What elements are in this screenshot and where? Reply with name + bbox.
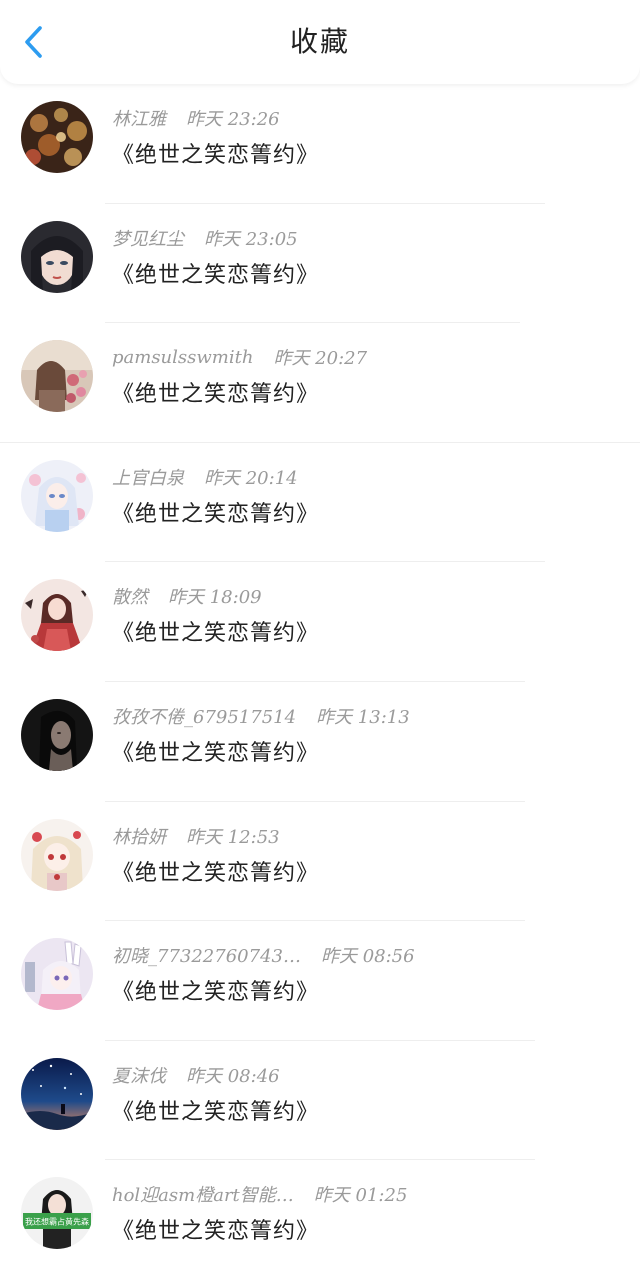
timestamp: 昨天 20:27 bbox=[273, 348, 368, 370]
avatar[interactable] bbox=[21, 101, 93, 173]
collection-title: 《绝世之笑恋箐约》 bbox=[112, 1099, 320, 1125]
timestamp: 昨天 23:26 bbox=[186, 109, 280, 130]
collection-title: 《绝世之笑恋箐约》 bbox=[112, 621, 320, 647]
item-meta: 林江雅 昨天 23:26 bbox=[112, 104, 280, 132]
avatar[interactable]: 我还想霸占黄先森 bbox=[21, 1177, 93, 1250]
user-name[interactable]: 林拾妍 bbox=[112, 823, 166, 849]
list-item[interactable]: 散然 昨天 18:09 《绝世之笑恋箐约》 bbox=[0, 562, 640, 682]
item-meta: 初晓_77322760743… 昨天 08:56 bbox=[112, 941, 415, 969]
avatar[interactable] bbox=[21, 818, 93, 891]
avatar[interactable] bbox=[21, 340, 93, 413]
avatar[interactable] bbox=[21, 1057, 93, 1130]
favorites-list: 林江雅 昨天 23:26 《绝世之笑恋箐约》 梦见红尘 昨天 23:05 《绝世… bbox=[0, 84, 640, 1266]
timestamp: 昨天 20:14 bbox=[204, 467, 298, 489]
avatar-girl-with-flowers bbox=[21, 340, 93, 413]
item-meta: 林拾妍 昨天 12:53 bbox=[112, 822, 280, 850]
collection-title: 《绝世之笑恋箐约》 bbox=[112, 262, 320, 288]
collection-title: 《绝世之笑恋箐约》 bbox=[112, 382, 320, 408]
collection-title: 《绝世之笑恋箐约》 bbox=[112, 143, 320, 168]
list-item[interactable]: pamsulsswmith 昨天 20:27 《绝世之笑恋箐约》 bbox=[0, 323, 640, 443]
collection-title: 《绝世之笑恋箐约》 bbox=[112, 980, 320, 1006]
collection-title: 《绝世之笑恋箐约》 bbox=[112, 740, 320, 766]
user-name[interactable]: 初晓_77322760743… bbox=[112, 942, 301, 968]
timestamp: 昨天 12:53 bbox=[186, 826, 280, 848]
avatar-sign-text: 我还想霸占黄先森 bbox=[25, 1217, 89, 1227]
user-name[interactable]: hol迎asm橙art智能… bbox=[112, 1181, 294, 1207]
timestamp: 昨天 18:09 bbox=[168, 587, 262, 609]
timestamp: 昨天 01:25 bbox=[313, 1185, 408, 1207]
timestamp: 昨天 13:13 bbox=[316, 706, 410, 728]
avatar[interactable] bbox=[21, 220, 93, 293]
list-item[interactable]: 林拾妍 昨天 12:53 《绝世之笑恋箐约》 bbox=[0, 802, 640, 922]
avatar-woman-dark-portrait bbox=[21, 698, 93, 771]
user-name[interactable]: 梦见红尘 bbox=[112, 225, 184, 251]
list-item[interactable]: 初晓_77322760743… 昨天 08:56 《绝世之笑恋箐约》 bbox=[0, 921, 640, 1041]
user-name[interactable]: 夏沫伐 bbox=[112, 1062, 166, 1088]
item-meta: 孜孜不倦_679517514 昨天 13:13 bbox=[112, 702, 410, 730]
timestamp: 昨天 08:46 bbox=[186, 1065, 280, 1087]
list-item[interactable]: 林江雅 昨天 23:26 《绝世之笑恋箐约》 bbox=[0, 84, 640, 204]
avatar-anime-girl-bunny-ears bbox=[21, 938, 93, 1011]
timestamp: 昨天 08:56 bbox=[320, 946, 415, 968]
top-nav-bar: 收藏 bbox=[0, 0, 640, 84]
avatar-anime-girl-white-hair bbox=[21, 459, 93, 532]
user-name[interactable]: 林江雅 bbox=[112, 105, 166, 131]
collection-title: 《绝世之笑恋箐约》 bbox=[112, 1219, 320, 1245]
avatar[interactable] bbox=[21, 698, 93, 771]
favorites-screen: 收藏 林江雅 昨天 23:26 《绝世之笑恋箐约》 梦见红尘 昨天 23:05 … bbox=[0, 0, 640, 1266]
collection-title: 《绝世之笑恋箐约》 bbox=[112, 860, 320, 886]
avatar-anime-girl-blonde bbox=[21, 818, 93, 891]
user-name[interactable]: pamsulsswmith bbox=[112, 347, 253, 368]
timestamp: 昨天 23:05 bbox=[204, 228, 298, 250]
list-item[interactable]: 孜孜不倦_679517514 昨天 13:13 《绝世之笑恋箐约》 bbox=[0, 682, 640, 802]
item-meta: 上官白泉 昨天 20:14 bbox=[112, 463, 298, 491]
item-meta: pamsulsswmith 昨天 20:27 bbox=[112, 343, 367, 371]
user-name[interactable]: 上官白泉 bbox=[112, 464, 184, 490]
list-item[interactable]: 夏沫伐 昨天 08:46 《绝世之笑恋箐约》 bbox=[0, 1041, 640, 1161]
page-title: 收藏 bbox=[289, 25, 350, 58]
avatar-anime-girl-dark-hair bbox=[21, 220, 93, 293]
user-name[interactable]: 孜孜不倦_679517514 bbox=[112, 703, 296, 729]
avatar-anime-girl-red-dress bbox=[21, 579, 93, 652]
avatar[interactable] bbox=[21, 938, 93, 1011]
avatar-bokeh-lights bbox=[21, 101, 93, 173]
user-name[interactable]: 散然 bbox=[112, 583, 148, 609]
list-item[interactable]: 上官白泉 昨天 20:14 《绝世之笑恋箐约》 bbox=[0, 443, 640, 563]
avatar-woman-with-sign: 我还想霸占黄先森 bbox=[21, 1177, 93, 1250]
avatar[interactable] bbox=[21, 579, 93, 652]
list-item[interactable]: 梦见红尘 昨天 23:05 《绝世之笑恋箐约》 bbox=[0, 204, 640, 324]
avatar-starry-night bbox=[21, 1057, 93, 1130]
avatar[interactable] bbox=[21, 459, 93, 532]
item-meta: hol迎asm橙art智能… 昨天 01:25 bbox=[112, 1180, 407, 1208]
list-item[interactable]: 我还想霸占黄先森 hol迎asm橙art智能… 昨天 01:25 《绝世之笑恋箐… bbox=[0, 1160, 640, 1266]
item-meta: 梦见红尘 昨天 23:05 bbox=[112, 224, 298, 252]
item-meta: 散然 昨天 18:09 bbox=[112, 582, 262, 610]
item-meta: 夏沫伐 昨天 08:46 bbox=[112, 1061, 280, 1089]
collection-title: 《绝世之笑恋箐约》 bbox=[112, 501, 320, 527]
